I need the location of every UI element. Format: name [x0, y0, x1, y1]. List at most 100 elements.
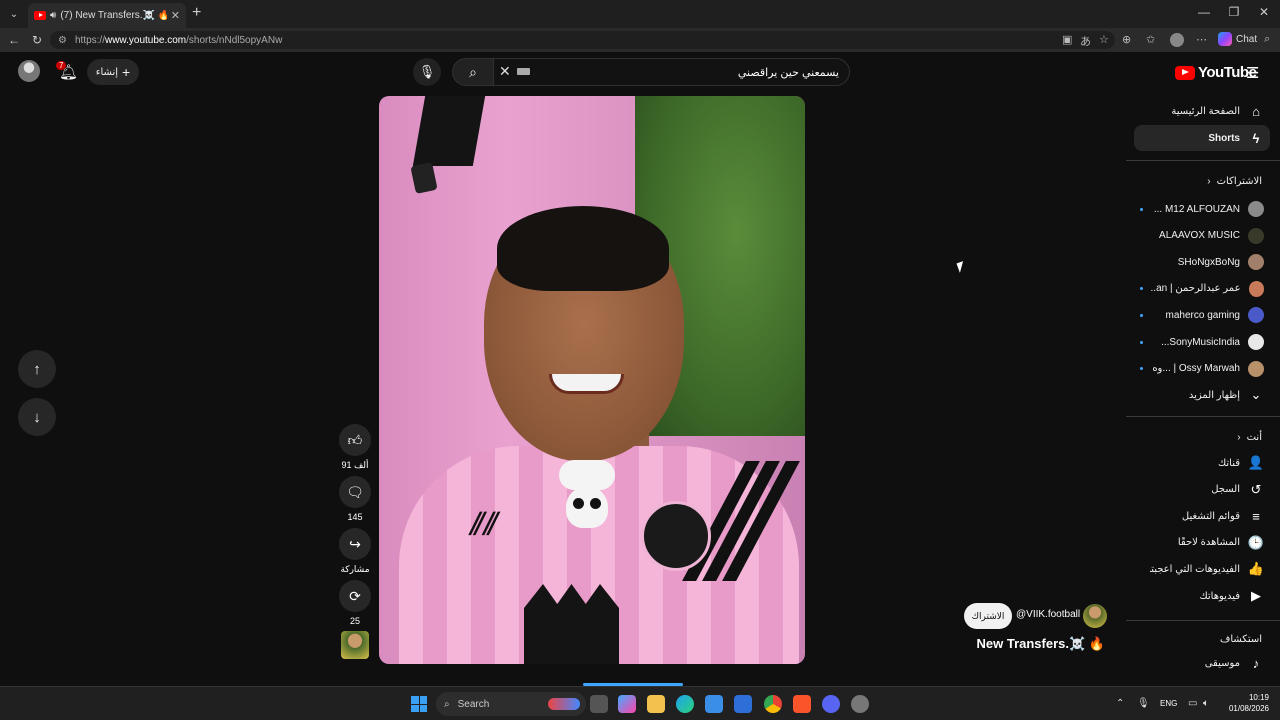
minimize-icon[interactable]: — — [1194, 5, 1214, 19]
edge-icon[interactable] — [676, 695, 694, 713]
network-icon[interactable]: ▭ — [1188, 698, 1197, 709]
sidebar-item-your-videos[interactable]: ▶ فيديوهاتك — [1134, 583, 1270, 609]
remix-count: 25 — [349, 616, 360, 626]
account-avatar[interactable] — [18, 60, 40, 82]
youtube-logo[interactable]: YouTube — [1175, 64, 1257, 81]
favorite-icon[interactable]: ☆ — [1099, 33, 1109, 46]
copilot-chat-button[interactable]: Chat — [1218, 32, 1257, 46]
tab-close-icon[interactable]: ✕ — [171, 9, 180, 22]
youtube-play-icon — [1175, 65, 1195, 80]
window-close-icon[interactable]: ✕ — [1254, 5, 1274, 19]
sidebar-search-icon[interactable]: ⌕ — [1264, 33, 1270, 46]
menu-icon[interactable]: ☰ — [1246, 64, 1259, 82]
music-icon: ♪ — [1252, 655, 1260, 671]
voice-search-button[interactable]: 🎙︎ — [413, 58, 441, 86]
channel-avatar — [1248, 254, 1264, 271]
sidebar-item-home[interactable]: ⌂ الصفحة الرئيسية — [1134, 98, 1270, 124]
channel-avatar — [1248, 280, 1264, 297]
input-language[interactable]: ENG — [1160, 699, 1177, 708]
back-icon[interactable]: ← — [8, 33, 20, 47]
profile-icon[interactable] — [1170, 33, 1184, 47]
sidebar-subscription-item[interactable]: M12 ALFOUZAN ... — [1134, 196, 1270, 222]
file-explorer-icon[interactable] — [647, 695, 665, 713]
sidebar-subscription-item[interactable]: ALAAVOX MUSIC — [1134, 223, 1270, 249]
brave-icon[interactable] — [793, 695, 811, 713]
clear-search-icon[interactable]: ✕ — [499, 63, 511, 80]
channel-handle[interactable]: @VIIK.football — [1016, 609, 1080, 620]
settings-icon[interactable] — [851, 695, 869, 713]
mail-icon[interactable] — [734, 695, 752, 713]
keyboard-icon[interactable] — [517, 68, 530, 75]
arrow-down-icon: ↓ — [33, 408, 41, 426]
microphone-tray-icon[interactable]: 🎙︎ — [1137, 698, 1150, 709]
sidebar-subscription-item[interactable]: Ossy Marwah | ...وه — [1134, 356, 1270, 382]
task-view-icon[interactable] — [590, 695, 608, 713]
subscribe-button[interactable]: الاشتراك — [964, 603, 1012, 629]
chevron-left-icon: ‹ — [1207, 176, 1211, 187]
sidebar-subscription-item[interactable]: عمر عبدالرحمن | an... — [1134, 276, 1270, 302]
channel-avatar[interactable] — [1083, 604, 1107, 628]
sidebar-item-playlists[interactable]: ≡ قوائم التشغيل — [1134, 503, 1270, 529]
search-icon: ⌕ — [444, 698, 450, 710]
share-icon: ↪︎ — [349, 535, 361, 552]
browser-tab[interactable]: 🔊︎ (7) New Transfers.☠️ 🔥 - You ✕ — [28, 3, 186, 28]
share-button[interactable]: ↪︎ — [339, 528, 371, 560]
store-icon[interactable] — [705, 695, 723, 713]
new-content-dot — [1140, 367, 1143, 371]
sidebar-item-shorts[interactable]: ϟ Shorts — [1134, 125, 1270, 151]
taskbar-search[interactable]: ⌕ Search — [436, 692, 586, 716]
reload-icon[interactable]: ↻ — [32, 33, 42, 47]
sidebar-item-music[interactable]: ♪ موسيقى — [1134, 650, 1270, 676]
previous-short-button[interactable]: ↑ — [18, 350, 56, 388]
new-tab-icon[interactable]: + — [192, 4, 201, 22]
site-info-icon[interactable]: ⚙︎ — [58, 35, 67, 46]
sidebar-item-channel[interactable]: 👤 قناتك — [1134, 450, 1270, 476]
maximize-icon[interactable]: ❐ — [1224, 5, 1244, 19]
remix-button[interactable]: ⟳ — [339, 580, 371, 612]
speaker-icon[interactable]: 🔊︎ — [50, 10, 56, 21]
more-icon[interactable]: ⋯ — [1196, 33, 1207, 46]
tab-list-chevron-icon[interactable]: ⌄ — [6, 6, 22, 22]
extension-icon[interactable]: ⊕ — [1122, 33, 1131, 46]
sidebar-subscription-item[interactable]: SonyMusicIndia... — [1134, 329, 1270, 355]
channel-avatar — [1248, 227, 1264, 244]
plus-icon: + — [122, 64, 131, 80]
you-heading[interactable]: أنت ‹ — [1237, 432, 1262, 443]
comments-button[interactable]: 🗨︎ — [339, 476, 371, 508]
sidebar-show-more[interactable]: ⌄ إظهار المزيد — [1134, 382, 1270, 408]
translate-icon[interactable]: あ — [1080, 33, 1091, 49]
share-label: مشاركة — [340, 564, 370, 574]
widgets-icon[interactable] — [618, 695, 636, 713]
sidebar-item-watch-later[interactable]: 🕒 المشاهدة لاحقًا — [1134, 530, 1270, 556]
favorites-bar-icon[interactable]: ✩ — [1146, 33, 1155, 46]
sidebar-subscription-item[interactable]: maherco gaming — [1134, 302, 1270, 328]
thumbs-up-icon: 👍︎ — [347, 431, 363, 448]
volume-icon[interactable]: 🔈︎ — [1203, 698, 1209, 709]
like-button[interactable]: 👍︎ — [339, 424, 371, 456]
sound-channel-thumbnail[interactable] — [341, 631, 369, 659]
url-field[interactable]: ⚙︎ https://www.youtube.com/shorts/nNdl5o… — [50, 31, 1115, 49]
url-text: https://www.youtube.com/shorts/nNdl5opyA… — [74, 34, 283, 46]
search-input[interactable]: يسمعني حين يراقصني — [493, 58, 850, 86]
channel-avatar — [1248, 334, 1264, 350]
sidebar-subscription-item[interactable]: SHoNgxBoNg — [1134, 249, 1270, 275]
short-video-player[interactable]: ⫽⫽ — [379, 96, 805, 664]
search-button[interactable]: ⌕ — [452, 58, 494, 86]
sidebar-item-liked[interactable]: 👍الفيديوهات التي أعجبتني — [1134, 556, 1270, 582]
next-short-button[interactable]: ↓ — [18, 398, 56, 436]
channel-icon: 👤 — [1247, 455, 1264, 470]
chrome-icon[interactable] — [764, 695, 782, 713]
tab-title: (7) New Transfers.☠️ 🔥 - You — [60, 10, 167, 21]
subscriptions-heading[interactable]: الاشتراكات ‹ — [1207, 176, 1262, 187]
tray-overflow-icon[interactable]: ⌃ — [1116, 698, 1124, 709]
short-title[interactable]: New Transfers.☠️ 🔥 — [970, 636, 1105, 652]
channel-avatar — [1248, 360, 1264, 377]
youtube-favicon-icon — [34, 11, 46, 20]
discord-icon[interactable] — [822, 695, 840, 713]
home-icon: ⌂ — [1252, 103, 1260, 119]
sidebar-item-history[interactable]: ↺ السجل — [1134, 477, 1270, 503]
app-available-icon[interactable]: ▣ — [1062, 33, 1072, 46]
create-button[interactable]: إنشاء + — [87, 59, 139, 85]
windows-start-icon[interactable] — [411, 696, 427, 712]
system-clock[interactable]: 10:19 01/08/2026 — [1219, 692, 1269, 714]
